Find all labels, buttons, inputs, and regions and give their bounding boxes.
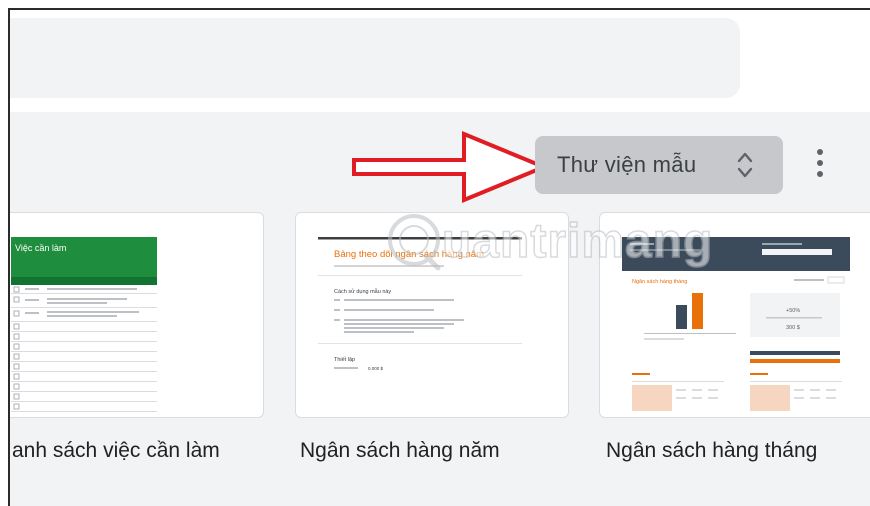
thumb-amount: 300 $	[786, 325, 800, 331]
template-title[interactable]: Ngân sách hàng năm	[300, 439, 500, 463]
template-thumbnail: Ngân sách hàng tháng +50% 300 $	[622, 237, 850, 411]
template-gallery: Thư viện mẫu Việc cần làm Bảng theo dõi …	[10, 112, 870, 506]
thumb-percent: +50%	[786, 308, 800, 314]
template-card-annual-budget[interactable]: Bảng theo dõi ngân sách hàng năm Cách sử…	[295, 212, 569, 418]
window-frame: Thư viện mẫu Việc cần làm Bảng theo dõi …	[8, 8, 870, 506]
search-bar[interactable]	[10, 18, 740, 98]
annotation-arrow	[352, 131, 550, 203]
thumb-heading: Việc cần làm	[15, 243, 66, 253]
unfold-more-icon	[737, 152, 753, 178]
thumb-subsection: Thiết lập	[334, 357, 355, 363]
thumb-heading: Ngân sách hàng tháng	[632, 279, 687, 285]
template-card-monthly-budget[interactable]: Ngân sách hàng tháng +50% 300 $	[599, 212, 870, 418]
template-title[interactable]: Ngân sách hàng tháng	[606, 439, 817, 463]
thumb-value: 0.000 $	[368, 366, 384, 371]
thumb-section: Cách sử dụng mẫu này	[334, 288, 391, 295]
template-gallery-label: Thư viện mẫu	[557, 152, 697, 177]
top-area	[10, 10, 870, 112]
template-thumbnail: Việc cần làm	[11, 237, 157, 412]
more-vert-icon	[817, 149, 823, 155]
template-gallery-button[interactable]: Thư viện mẫu	[535, 136, 783, 194]
template-thumbnail: Bảng theo dõi ngân sách hàng năm Cách sử…	[318, 237, 522, 371]
thumb-heading: Bảng theo dõi ngân sách hàng năm	[334, 249, 484, 260]
template-title[interactable]: anh sách việc cần làm	[12, 439, 220, 463]
more-options-button[interactable]	[810, 146, 830, 186]
template-card-todo[interactable]: Việc cần làm	[10, 212, 264, 418]
